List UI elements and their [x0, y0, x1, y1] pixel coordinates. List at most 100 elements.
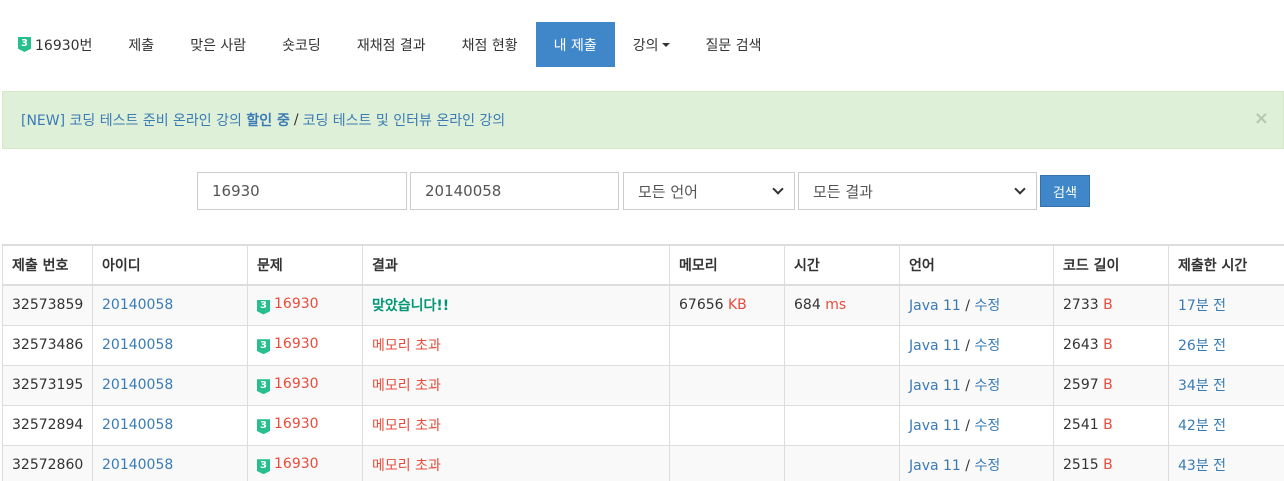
submission-id: 32572894 [2, 404, 93, 446]
nav-item-label: 내 제출 [553, 37, 597, 54]
edit-link[interactable]: 수정 [974, 458, 1000, 474]
table-row: 32572894 20140058 3 16930 메모리 초과 Java 11 … [2, 404, 1284, 446]
tier-badge-icon: 3 [257, 379, 270, 395]
user-link[interactable]: 20140058 [102, 297, 173, 313]
edit-link[interactable]: 수정 [974, 378, 1000, 394]
edit-link[interactable]: 수정 [974, 338, 1000, 354]
tier-badge-icon: 3 [257, 339, 270, 355]
memory-cell [669, 404, 785, 446]
time-cell: 684 ms [784, 284, 900, 326]
edit-link[interactable]: 수정 [974, 298, 1000, 314]
problem-link[interactable]: 16930 [274, 376, 319, 392]
user-id-input[interactable]: 20140058 [410, 172, 619, 210]
code-length-value: 2515 [1063, 457, 1099, 473]
time-cell [784, 444, 900, 481]
time-cell [784, 324, 900, 366]
nav-item-question-search[interactable]: 질문 검색 [688, 22, 780, 67]
column-header: 코드 길이 [1053, 244, 1169, 286]
code-length-unit: B [1103, 457, 1113, 473]
result-text: 메모리 초과 [372, 378, 441, 394]
memory-cell [669, 444, 785, 481]
close-icon[interactable]: × [1254, 108, 1269, 129]
time-value: 684 [794, 297, 821, 314]
nav-item-label: 숏코딩 [282, 37, 321, 54]
user-cell: 20140058 [92, 364, 248, 406]
nav-item-my-submissions[interactable]: 내 제출 [535, 22, 615, 67]
submitted-time-link[interactable]: 43분 전 [1178, 458, 1226, 474]
result-text: 메모리 초과 [372, 458, 441, 474]
language-cell: Java 11 / 수정 [899, 364, 1054, 406]
column-header: 제출 번호 [2, 244, 93, 286]
language-cell: Java 11 / 수정 [899, 324, 1054, 366]
code-length-cell: 2643 B [1053, 324, 1169, 366]
result-select-value: 모든 결과 [813, 182, 873, 201]
code-length-value: 2541 [1063, 417, 1099, 433]
submission-id: 32572860 [2, 444, 93, 481]
memory-cell [669, 324, 785, 366]
column-header: 시간 [784, 244, 900, 286]
table-header-row: 제출 번호 아이디 문제 결과 메모리 시간 언어 코드 길이 제출한 시간 [2, 244, 1284, 286]
code-length-value: 2643 [1063, 337, 1099, 353]
submitted-time-link[interactable]: 26분 전 [1178, 338, 1226, 354]
problem-link[interactable]: 16930 [274, 296, 319, 312]
nav-item-submit[interactable]: 제출 [110, 22, 172, 67]
problem-link[interactable]: 16930 [274, 416, 319, 432]
result-cell: 맞았습니다!! [362, 284, 670, 326]
language-link[interactable]: Java 11 [909, 458, 961, 474]
column-header: 문제 [247, 244, 363, 286]
user-link[interactable]: 20140058 [102, 417, 173, 433]
problem-id-input[interactable]: 16930 [197, 172, 407, 210]
tier-badge-icon: 3 [18, 37, 31, 52]
problem-link[interactable]: 16930 [274, 456, 319, 472]
language-select[interactable]: 모든 언어 [623, 172, 795, 210]
language-link[interactable]: Java 11 [909, 378, 961, 394]
code-length-unit: B [1103, 377, 1113, 393]
code-length-unit: B [1103, 297, 1113, 314]
result-cell: 메모리 초과 [362, 324, 670, 366]
problem-cell: 3 16930 [247, 364, 363, 406]
code-length-value: 2733 [1063, 297, 1099, 314]
nav-item-problem[interactable]: 3 16930번 [0, 22, 110, 67]
user-link[interactable]: 20140058 [102, 377, 173, 393]
language-cell: Java 11 / 수정 [899, 444, 1054, 481]
language-link[interactable]: Java 11 [909, 298, 961, 314]
submitted-time-link[interactable]: 17분 전 [1178, 298, 1226, 314]
chevron-down-icon [1014, 183, 1026, 195]
result-cell: 메모리 초과 [362, 444, 670, 481]
user-cell: 20140058 [92, 324, 248, 366]
alert-highlight: 할인 중 [246, 113, 290, 129]
nav-item-lectures[interactable]: 강의 [615, 22, 688, 67]
code-length-cell: 2515 B [1053, 444, 1169, 481]
time-unit: ms [825, 297, 847, 314]
nav-item-label: 강의 [632, 37, 659, 54]
submitted-time-link[interactable]: 34분 전 [1178, 378, 1226, 394]
language-link[interactable]: Java 11 [909, 338, 961, 354]
submission-table: 제출 번호 아이디 문제 결과 메모리 시간 언어 코드 길이 제출한 시간 3… [2, 244, 1284, 481]
nav-item-rejudge[interactable]: 재채점 결과 [339, 22, 444, 67]
nav-item-short-coding[interactable]: 숏코딩 [264, 22, 339, 67]
language-link[interactable]: Java 11 [909, 418, 961, 434]
result-select[interactable]: 모든 결과 [798, 172, 1037, 210]
table-row: 32572860 20140058 3 16930 메모리 초과 Java 11 … [2, 444, 1284, 481]
problem-link[interactable]: 16930 [274, 336, 319, 352]
result-cell: 메모리 초과 [362, 364, 670, 406]
alert-link-interview[interactable]: 코딩 테스트 및 인터뷰 온라인 강의 [303, 110, 506, 130]
submitted-time-cell: 42분 전 [1168, 404, 1284, 446]
nav-item-status[interactable]: 채점 현황 [444, 22, 536, 67]
code-length-unit: B [1103, 337, 1113, 353]
nav-item-accepted-users[interactable]: 맞은 사람 [172, 22, 264, 67]
time-cell [784, 364, 900, 406]
user-link[interactable]: 20140058 [102, 457, 173, 473]
language-separator: / [965, 378, 971, 394]
caret-down-icon [661, 42, 670, 47]
submitted-time-link[interactable]: 42분 전 [1178, 418, 1226, 434]
edit-link[interactable]: 수정 [974, 418, 1000, 434]
chevron-down-icon [772, 183, 784, 195]
search-button[interactable]: 검색 [1040, 175, 1090, 207]
column-header: 메모리 [669, 244, 785, 286]
nav-item-label: 질문 검색 [705, 37, 762, 54]
alert-link-lecture[interactable]: [NEW] 코딩 테스트 준비 온라인 강의 할인 중 [21, 110, 290, 130]
code-length-value: 2597 [1063, 377, 1099, 393]
submission-id: 32573486 [2, 324, 93, 366]
user-link[interactable]: 20140058 [102, 337, 173, 353]
